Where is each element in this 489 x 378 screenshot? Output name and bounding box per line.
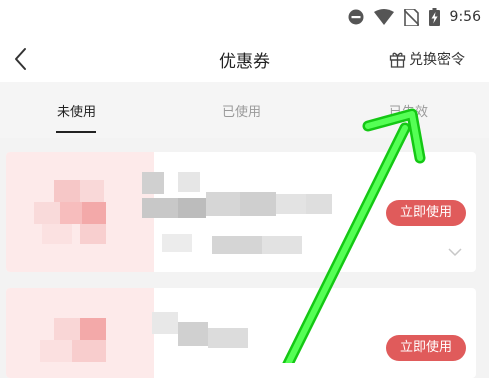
active-tab-indicator [56,131,96,133]
use-now-button[interactable]: 立即使用 [386,335,466,361]
coupon-card: 立即使用 [6,152,476,272]
wifi-icon [373,9,394,25]
status-time: 9:56 [449,9,481,25]
tab-used[interactable]: 已使用 [222,101,261,120]
redeem-code-label: 兑换密令 [409,52,465,68]
status-icons: 9:56 [348,7,481,27]
gift-icon [389,52,406,68]
coupon-tabs: 未使用 已使用 已失效 [0,82,489,138]
no-sim-icon [403,8,419,26]
chevron-down-icon[interactable] [448,248,462,257]
tab-expired[interactable]: 已失效 [389,101,428,120]
tab-used-label: 已使用 [222,105,262,120]
back-arrow-icon[interactable] [8,44,34,74]
redeem-code-button[interactable]: 兑换密令 [389,48,465,70]
tab-expired-label: 已失效 [389,105,429,120]
tab-unused[interactable]: 未使用 [56,101,97,133]
nav-bar: 优惠券 兑换密令 [0,36,489,82]
use-now-button[interactable]: 立即使用 [386,200,466,226]
battery-charging-icon [428,8,440,26]
status-bar: 9:56 [0,0,489,36]
do-not-disturb-icon [348,9,364,25]
tab-unused-label: 未使用 [57,105,97,120]
coupon-card: 立即使用 [6,288,476,378]
